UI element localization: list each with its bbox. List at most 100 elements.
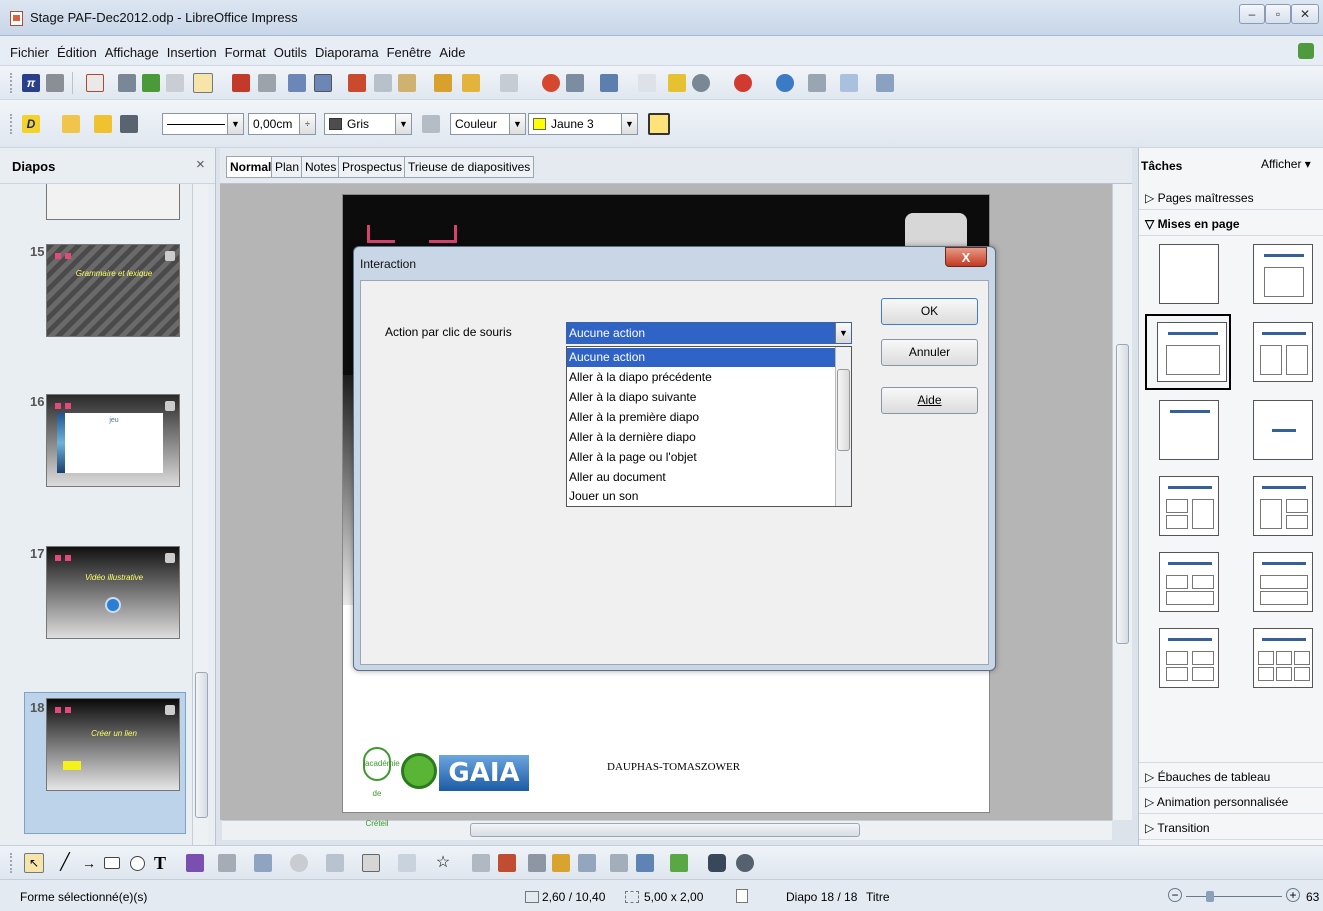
tab-normal[interactable]: Normal <box>226 156 276 178</box>
save-icon[interactable] <box>142 74 160 92</box>
prev-arrow-icon[interactable] <box>367 225 395 243</box>
edit-mode-icon[interactable] <box>193 73 213 93</box>
spellcheck-icon[interactable] <box>288 74 306 92</box>
connector-tool-icon[interactable] <box>218 854 236 872</box>
section-transition[interactable]: ▷ Transition <box>1139 814 1323 840</box>
select-pointer-icon[interactable]: ↖ <box>24 853 44 873</box>
dropdown-option[interactable]: Jouer un son <box>567 487 835 506</box>
new-slide-icon[interactable] <box>840 74 858 92</box>
arrow-style-icon[interactable] <box>120 115 138 133</box>
dropdown-scrollbar[interactable] <box>835 347 851 506</box>
tab-plan[interactable]: Plan <box>271 156 304 178</box>
stars-icon[interactable]: ☆ <box>434 854 452 872</box>
flowchart-icon[interactable] <box>362 854 380 872</box>
layout-title-6-content[interactable] <box>1253 628 1313 688</box>
print-icon[interactable] <box>258 74 276 92</box>
interaction-icon[interactable] <box>736 854 754 872</box>
slide-thumbnail-17[interactable]: Vidéo illustrative <box>46 546 180 639</box>
zoom-out-icon[interactable]: − <box>1168 888 1182 902</box>
scrollbar-thumb[interactable] <box>470 823 860 837</box>
toolbar-grip[interactable] <box>10 73 13 93</box>
table-icon[interactable] <box>566 74 584 92</box>
navigator-icon[interactable] <box>776 74 794 92</box>
extrusion-icon[interactable] <box>708 854 726 872</box>
layout-title-two-content[interactable] <box>1253 322 1313 382</box>
maximize-button[interactable]: ▫ <box>1265 4 1291 24</box>
toolbar-grip[interactable] <box>10 114 13 134</box>
document-modified-icon[interactable] <box>736 889 748 903</box>
work-vertical-scrollbar[interactable] <box>1112 184 1132 820</box>
menu-fichier[interactable]: Fichier <box>0 36 53 60</box>
menu-edition[interactable]: Édition <box>53 36 101 60</box>
tab-prospectus[interactable]: Prospectus <box>338 156 407 178</box>
rectangle-tool-icon[interactable] <box>104 857 120 869</box>
new-document-icon[interactable] <box>86 74 104 92</box>
ok-button[interactable]: OK <box>881 298 978 325</box>
scrollbar-thumb[interactable] <box>195 672 208 818</box>
dropdown-option[interactable]: Aller à la première diapo <box>567 408 835 427</box>
points-edit-icon[interactable] <box>472 854 490 872</box>
chart-icon[interactable] <box>542 74 560 92</box>
gallery-icon[interactable] <box>578 854 596 872</box>
fill-type-select[interactable]: Couleur ▼ <box>450 113 526 135</box>
menu-fenetre[interactable]: Fenêtre <box>383 36 436 60</box>
layout-blank[interactable] <box>1159 244 1219 304</box>
glue-points-icon[interactable] <box>498 854 516 872</box>
section-custom-animation[interactable]: ▷ Animation personnalisée <box>1139 788 1323 814</box>
formula-icon[interactable]: π <box>22 74 40 92</box>
slide-thumbnail-18[interactable]: Créer un lien <box>46 698 180 791</box>
scrollbar-thumb[interactable] <box>1116 344 1129 644</box>
tools-icon[interactable] <box>46 74 64 92</box>
menu-aide[interactable]: Aide <box>435 36 469 60</box>
undo-icon[interactable] <box>462 74 480 92</box>
section-layouts[interactable]: ▽ Mises en page <box>1139 210 1323 236</box>
zoom-slider-handle[interactable] <box>1206 891 1214 902</box>
layout-centered-text[interactable] <box>1253 400 1313 460</box>
scrollbar-thumb[interactable] <box>837 369 850 451</box>
section-master-pages[interactable]: ▷ Pages maîtresses <box>1139 184 1323 210</box>
line-icon[interactable] <box>94 115 112 133</box>
slide-thumbnail-16[interactable]: jeu <box>46 394 180 487</box>
close-panel-button[interactable]: × <box>196 156 205 173</box>
minimize-button[interactable]: – <box>1239 4 1265 24</box>
curve-tool-icon[interactable] <box>186 854 204 872</box>
layout-title-only[interactable] <box>1159 400 1219 460</box>
callouts-icon[interactable] <box>398 854 416 872</box>
from-file-icon[interactable] <box>552 854 570 872</box>
autospellcheck-icon[interactable] <box>314 74 332 92</box>
text-tool-icon[interactable]: T <box>154 853 172 873</box>
copy-icon[interactable] <box>374 74 392 92</box>
dropdown-option[interactable]: Aller à la page ou l'objet <box>567 448 835 467</box>
menu-outils[interactable]: Outils <box>270 36 311 60</box>
zoom-slider[interactable] <box>1186 896 1282 897</box>
tab-notes[interactable]: Notes <box>301 156 341 178</box>
arrow-line-icon[interactable]: → <box>80 854 98 872</box>
email-icon[interactable] <box>166 74 184 92</box>
line-color-select[interactable]: Gris ▼ <box>324 113 412 135</box>
layout-title-over-content[interactable] <box>1253 552 1313 612</box>
block-arrows-icon[interactable] <box>326 854 344 872</box>
clone-format-icon[interactable] <box>434 74 452 92</box>
menu-insertion[interactable]: Insertion <box>163 36 221 60</box>
action-select[interactable]: Aucune action ▼ <box>566 322 852 344</box>
align-icon[interactable] <box>636 854 654 872</box>
tab-slide-sorter[interactable]: Trieuse de diapositives <box>404 156 535 178</box>
menu-diaporama[interactable]: Diaporama <box>311 36 383 60</box>
toolbar-grip[interactable] <box>10 853 13 873</box>
basic-shapes-icon[interactable] <box>254 854 272 872</box>
dropdown-option[interactable]: Aucune action <box>567 348 835 367</box>
view-menu-button[interactable]: Afficher ▾ <box>1261 157 1311 171</box>
layout-title-4-content[interactable] <box>1159 628 1219 688</box>
menu-format[interactable]: Format <box>221 36 270 60</box>
cancel-button[interactable]: Annuler <box>881 339 978 366</box>
layout-title-2content-left[interactable] <box>1159 476 1219 536</box>
draw-functions-icon[interactable]: D <box>22 115 40 133</box>
help-button[interactable]: Aide <box>881 387 978 414</box>
line-tool-icon[interactable]: ╱ <box>56 854 74 872</box>
slides-scrollbar[interactable] <box>192 184 208 845</box>
shadow-icon[interactable] <box>648 113 670 135</box>
menu-affichage[interactable]: Affichage <box>101 36 163 60</box>
points-icon[interactable] <box>668 74 686 92</box>
zoom-in-icon[interactable]: + <box>1286 888 1300 902</box>
redo-icon[interactable] <box>500 74 518 92</box>
